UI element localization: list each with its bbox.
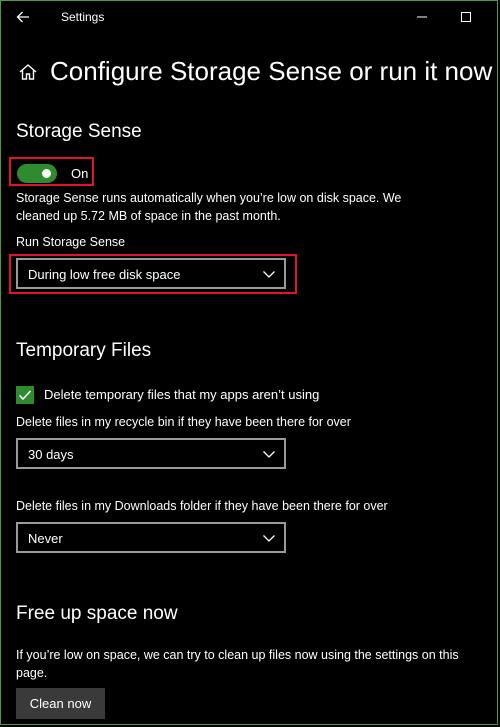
delete-temp-files-checkbox[interactable] [16,386,34,404]
recycle-bin-dropdown[interactable]: 30 days [16,438,286,469]
maximize-icon [461,12,471,22]
back-arrow-icon [16,11,29,23]
temporary-files-heading: Temporary Files [16,340,152,361]
run-storage-sense-label: Run Storage Sense [16,235,126,249]
storage-sense-heading: Storage Sense [16,121,142,142]
run-storage-sense-value: During low free disk space [28,267,181,282]
free-up-description-line2: page. [16,666,48,680]
chevron-down-icon [263,451,275,458]
back-button[interactable] [12,6,34,28]
free-up-description: If you’re low on space, we can try to cl… [16,646,459,682]
home-button[interactable] [18,62,38,82]
free-up-space-heading: Free up space now [16,603,178,624]
chevron-down-icon [263,271,275,278]
checkmark-icon [18,390,32,401]
downloads-value: Never [28,531,63,546]
run-storage-sense-dropdown[interactable]: During low free disk space [16,258,286,289]
title-bar: Settings [0,0,500,34]
storage-sense-description-line2: cleaned up 5.72 MB of space in the past … [16,209,281,223]
downloads-dropdown[interactable]: Never [16,522,286,553]
maximize-button[interactable] [454,6,478,28]
page-title: Configure Storage Sense or run it now [50,56,493,86]
chevron-down-icon [263,535,275,542]
free-up-description-line1: If you’re low on space, we can try to cl… [16,648,459,662]
window-title: Settings [61,10,105,24]
storage-sense-toggle[interactable] [17,164,57,183]
minimize-button[interactable] [410,6,434,28]
recycle-bin-value: 30 days [28,447,74,462]
downloads-label: Delete files in my Downloads folder if t… [16,499,388,513]
clean-now-button[interactable]: Clean now [16,688,105,719]
minimize-icon [417,16,427,18]
storage-sense-description-line1: Storage Sense runs automatically when yo… [16,191,402,205]
toggle-state-label: On [71,166,89,181]
storage-sense-toggle-highlight: On [9,157,94,186]
delete-temp-files-label: Delete temporary files that my apps aren… [44,387,320,402]
page-header: Configure Storage Sense or run it now [14,56,500,90]
home-icon [19,64,37,80]
toggle-knob [42,169,51,178]
recycle-bin-label: Delete files in my recycle bin if they h… [16,415,351,429]
storage-sense-description: Storage Sense runs automatically when yo… [16,189,401,225]
